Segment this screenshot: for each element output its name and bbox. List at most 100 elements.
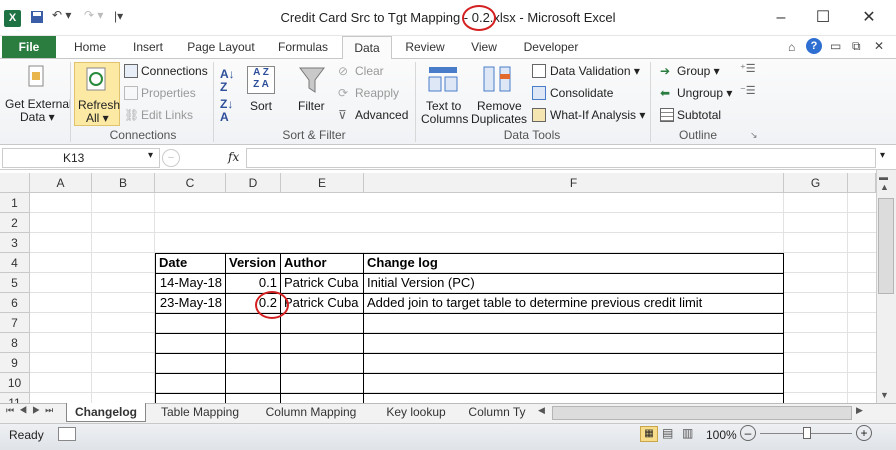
text-to-columns-icon[interactable] bbox=[428, 64, 458, 97]
table-cell-change-log[interactable]: Initial Version (PC) bbox=[364, 273, 783, 293]
reapply-button[interactable]: Reapply bbox=[355, 86, 399, 100]
table-header-version[interactable]: Version bbox=[226, 253, 280, 273]
name-box[interactable]: K13 bbox=[2, 148, 160, 168]
row-header[interactable]: 2 bbox=[0, 213, 30, 233]
show-detail-icon[interactable]: ⁺☰ bbox=[740, 62, 756, 75]
filter-icon[interactable] bbox=[298, 64, 326, 97]
table-header-date[interactable]: Date bbox=[156, 253, 225, 273]
row-header[interactable]: 5 bbox=[0, 273, 30, 293]
group-button[interactable]: Group ▾ bbox=[677, 64, 720, 78]
tab-file[interactable]: File bbox=[2, 36, 56, 58]
zoom-slider-thumb[interactable] bbox=[803, 427, 811, 439]
text-to-columns-label[interactable]: Text to bbox=[426, 99, 461, 113]
normal-view-icon[interactable]: ▦ bbox=[640, 426, 658, 442]
ungroup-button[interactable]: Ungroup ▾ bbox=[677, 86, 732, 100]
column-header-d[interactable]: D bbox=[226, 173, 281, 193]
clear-button[interactable]: Clear bbox=[355, 64, 384, 78]
tab-formulas[interactable]: Formulas bbox=[274, 36, 332, 58]
subtotal-button[interactable]: Subtotal bbox=[677, 108, 721, 122]
formula-bar-expand-icon[interactable]: ▾ bbox=[880, 150, 885, 161]
table-cell-date[interactable]: 14-May-18 bbox=[156, 273, 225, 293]
sheet-tab-column-types[interactable]: Column Ty bbox=[466, 403, 528, 422]
help-icon[interactable]: ? bbox=[806, 38, 822, 54]
ribbon-minimize-icon[interactable]: ⌂ bbox=[788, 40, 795, 54]
minimize-button[interactable]: – bbox=[758, 4, 804, 32]
table-cell-author[interactable]: Patrick Cuba bbox=[281, 273, 363, 293]
remove-duplicates-label[interactable]: Remove bbox=[477, 99, 522, 113]
worksheet-grid[interactable]: A B C D E F G 1 2 3 4 5 6 7 8 9 10 11 Da… bbox=[0, 173, 876, 403]
row-header[interactable]: 1 bbox=[0, 193, 30, 213]
maximize-button[interactable]: ☐ bbox=[800, 4, 846, 32]
select-all-button[interactable] bbox=[0, 173, 30, 193]
column-header-g[interactable]: G bbox=[784, 173, 848, 193]
column-header-e[interactable]: E bbox=[281, 173, 364, 193]
page-layout-view-icon[interactable]: ▤ bbox=[662, 426, 673, 440]
row-header[interactable]: 4 bbox=[0, 253, 30, 273]
sheet-tab-column-mapping[interactable]: Column Mapping bbox=[258, 403, 364, 422]
tab-page-layout[interactable]: Page Layout bbox=[186, 36, 256, 58]
column-header-h[interactable] bbox=[848, 173, 876, 193]
connections-button[interactable]: Connections bbox=[141, 64, 208, 78]
zoom-level[interactable]: 100% bbox=[706, 428, 737, 442]
scroll-down-icon[interactable]: ▼ bbox=[880, 390, 889, 400]
hide-detail-icon[interactable]: ⁻☰ bbox=[740, 84, 756, 97]
row-header[interactable]: 9 bbox=[0, 353, 30, 373]
scroll-thumb[interactable] bbox=[878, 198, 894, 294]
sort-button[interactable]: Sort bbox=[250, 99, 272, 113]
tab-home[interactable]: Home bbox=[70, 36, 110, 58]
tab-review[interactable]: Review bbox=[400, 36, 450, 58]
table-header-author[interactable]: Author bbox=[281, 253, 363, 273]
row-header[interactable]: 10 bbox=[0, 373, 30, 393]
row-header[interactable]: 6 bbox=[0, 293, 30, 313]
edit-links-button[interactable]: Edit Links bbox=[141, 108, 193, 122]
sort-descending-icon[interactable]: Z↓ A bbox=[220, 98, 233, 124]
data-validation-button[interactable]: Data Validation ▾ bbox=[550, 64, 640, 78]
name-box-dropdown-icon[interactable]: ▾ bbox=[148, 150, 153, 161]
macro-record-icon[interactable] bbox=[58, 427, 76, 441]
insert-function-button[interactable]: fx bbox=[228, 150, 239, 164]
table-header-change-log[interactable]: Change log bbox=[364, 253, 783, 273]
table-cell-change-log[interactable]: Added join to target table to determine … bbox=[364, 293, 783, 313]
split-box-icon[interactable]: ▬ bbox=[879, 172, 888, 182]
row-header[interactable]: 7 bbox=[0, 313, 30, 333]
get-external-data-label-2[interactable]: Data ▾ bbox=[20, 110, 55, 124]
scroll-up-icon[interactable]: ▲ bbox=[880, 182, 889, 192]
text-to-columns-label-2[interactable]: Columns bbox=[421, 112, 468, 126]
properties-button[interactable]: Properties bbox=[141, 86, 196, 100]
row-header[interactable]: 3 bbox=[0, 233, 30, 253]
get-external-data-icon[interactable] bbox=[26, 64, 48, 95]
tab-view[interactable]: View bbox=[462, 36, 506, 58]
zoom-in-icon[interactable]: + bbox=[856, 425, 872, 441]
filter-button[interactable]: Filter bbox=[298, 99, 325, 113]
workbook-minimize-icon[interactable]: ▭ bbox=[830, 39, 841, 53]
sheet-tab-key-lookup[interactable]: Key lookup bbox=[374, 403, 458, 422]
get-external-data-label[interactable]: Get External bbox=[5, 97, 72, 111]
remove-duplicates-icon[interactable] bbox=[482, 64, 512, 97]
table-cell-version[interactable]: 0.1 bbox=[226, 273, 280, 293]
sheet-tab-changelog[interactable]: Changelog bbox=[66, 403, 146, 422]
consolidate-button[interactable]: Consolidate bbox=[550, 86, 613, 100]
remove-duplicates-label-2[interactable]: Duplicates bbox=[471, 112, 527, 126]
what-if-analysis-button[interactable]: What-If Analysis ▾ bbox=[550, 108, 645, 122]
row-header[interactable]: 11 bbox=[0, 393, 30, 403]
sort-ascending-icon[interactable]: A↓ Z bbox=[220, 68, 235, 94]
column-header-a[interactable]: A bbox=[30, 173, 92, 193]
column-header-b[interactable]: B bbox=[92, 173, 155, 193]
outline-dialog-launcher-icon[interactable]: ↘ bbox=[750, 130, 758, 141]
column-header-c[interactable]: C bbox=[155, 173, 226, 193]
tab-developer[interactable]: Developer bbox=[518, 36, 584, 58]
advanced-button[interactable]: Advanced bbox=[355, 108, 408, 122]
hscroll-left-icon[interactable]: ◀ bbox=[538, 405, 545, 416]
zoom-out-icon[interactable]: – bbox=[740, 425, 756, 441]
column-header-f[interactable]: F bbox=[364, 173, 784, 193]
workbook-restore-icon[interactable]: ⧉ bbox=[852, 39, 861, 54]
formula-input[interactable] bbox=[246, 148, 876, 168]
table-cell-author[interactable]: Patrick Cuba bbox=[281, 293, 363, 313]
close-button[interactable]: ✕ bbox=[846, 4, 892, 32]
row-header[interactable]: 8 bbox=[0, 333, 30, 353]
tab-data[interactable]: Data bbox=[342, 36, 392, 59]
page-break-view-icon[interactable]: ▥ bbox=[682, 426, 693, 440]
horizontal-scroll-thumb[interactable] bbox=[552, 406, 852, 420]
tab-insert[interactable]: Insert bbox=[126, 36, 170, 58]
workbook-close-icon[interactable]: ✕ bbox=[874, 39, 884, 53]
